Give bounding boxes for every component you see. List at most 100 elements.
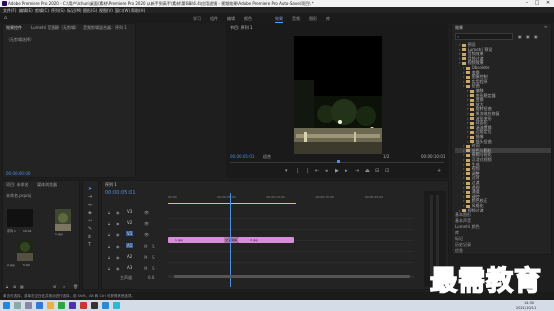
timeline-playhead[interactable] bbox=[230, 193, 231, 287]
lock-track-icon[interactable]: 🔒︎ bbox=[108, 232, 110, 237]
selection-tool-icon[interactable]: ➤ bbox=[88, 187, 92, 192]
step-back-icon[interactable]: ◂ bbox=[325, 169, 328, 174]
new-item-icon[interactable]: ⊞ bbox=[53, 284, 56, 289]
track-label[interactable]: V2 bbox=[126, 220, 133, 225]
home-icon[interactable]: ⌂ bbox=[4, 15, 7, 21]
fit-dropdown[interactable]: 适合 bbox=[263, 154, 271, 160]
icon-view-icon[interactable]: ▦ bbox=[20, 284, 24, 289]
effects-search-input[interactable]: ⌕ bbox=[455, 33, 513, 40]
transition-clip[interactable]: 交叉溶解 bbox=[224, 237, 238, 243]
go-to-in-icon-2[interactable]: ⇤ bbox=[315, 169, 319, 174]
source-tab-2[interactable]: 源（无剪辑） bbox=[55, 25, 79, 31]
slip-tool-icon[interactable]: ⇿ bbox=[88, 219, 92, 224]
output-icon[interactable]: M bbox=[144, 266, 147, 271]
premiere-taskbar-icon[interactable] bbox=[69, 302, 76, 309]
output-icon[interactable]: M bbox=[144, 244, 147, 249]
play-icon[interactable]: ▶ bbox=[335, 169, 339, 174]
extract-icon[interactable]: ⊟ bbox=[375, 169, 379, 174]
panel-link-6[interactable]: 信息 bbox=[455, 248, 463, 254]
toggle-sync-icon[interactable]: ◉ bbox=[116, 232, 120, 237]
razor-tool-icon[interactable]: ◈ bbox=[88, 211, 92, 216]
lock-track-icon[interactable]: 🔒︎ bbox=[108, 244, 110, 249]
toggle-sync-icon[interactable]: ◉ bbox=[116, 244, 120, 249]
minimize-icon[interactable]: – bbox=[522, 0, 532, 7]
yuv-effects-icon[interactable]: ▣ bbox=[534, 34, 538, 39]
panel-menu-icon[interactable]: ≡ bbox=[544, 24, 547, 29]
output-icon[interactable]: M bbox=[144, 255, 147, 260]
project-tab-1[interactable]: 媒体浏览器 bbox=[37, 182, 57, 188]
workspace-tab-7[interactable]: 库 bbox=[326, 16, 330, 22]
track-select-tool-icon[interactable]: ⇥ bbox=[88, 195, 92, 200]
timeline-scrollbar[interactable] bbox=[168, 275, 414, 278]
thumbnail-image-2[interactable] bbox=[17, 239, 33, 261]
work-area-bar[interactable] bbox=[168, 203, 296, 204]
track-label[interactable]: V3 bbox=[126, 209, 133, 214]
chrome-icon[interactable] bbox=[58, 302, 65, 309]
workspace-tab-0[interactable]: 学习 bbox=[193, 16, 201, 22]
track-label[interactable]: A1 bbox=[126, 243, 134, 248]
workspace-tab-2[interactable]: 编辑 bbox=[227, 16, 235, 22]
output-icon[interactable]: 👁︎ bbox=[144, 210, 149, 215]
workspace-tab-5[interactable]: 音频 bbox=[292, 16, 300, 22]
pen-tool-icon[interactable]: ✎ bbox=[88, 227, 92, 232]
maximize-icon[interactable]: □ bbox=[532, 0, 542, 7]
accelerated-effects-icon[interactable]: ▣ bbox=[518, 34, 522, 39]
add-button-icon[interactable]: + bbox=[437, 169, 441, 174]
track-label[interactable]: V1 bbox=[126, 231, 134, 236]
app-taskbar-icon-3[interactable] bbox=[102, 302, 109, 309]
start-icon[interactable] bbox=[3, 302, 10, 309]
export-frame-icon[interactable]: ⊡ bbox=[385, 169, 389, 174]
search-taskbar-icon[interactable] bbox=[14, 302, 21, 309]
go-to-out-icon[interactable]: ⇥ bbox=[355, 169, 359, 174]
clock-time[interactable]: 14:30 bbox=[524, 301, 534, 305]
trash-icon[interactable]: 🗑︎ bbox=[73, 284, 78, 289]
program-timecode-current[interactable]: 00:00:05:01 bbox=[230, 154, 254, 159]
track-label[interactable]: A2 bbox=[126, 254, 133, 259]
source-tab-1[interactable]: Lumetri 范围 bbox=[31, 25, 56, 31]
mute-icon[interactable]: S bbox=[152, 266, 155, 271]
effects-tab[interactable]: 效果 bbox=[455, 25, 463, 31]
playhead-icon[interactable] bbox=[337, 160, 340, 163]
source-tab-3[interactable]: 音频剪辑混合器：序列 1 bbox=[83, 25, 127, 31]
workspace-tab-1[interactable]: 组件 bbox=[210, 16, 218, 22]
mark-out-icon[interactable]: | bbox=[297, 169, 299, 174]
app-taskbar-icon-1[interactable] bbox=[80, 302, 87, 309]
toggle-sync-icon[interactable]: ◉ bbox=[116, 221, 120, 226]
lock-track-icon[interactable]: 🔒︎ bbox=[108, 266, 110, 271]
toggle-sync-icon[interactable]: ◉ bbox=[116, 255, 120, 260]
clock-date[interactable]: 2021/10/11 bbox=[516, 306, 536, 310]
lock-track-icon[interactable]: 🔒︎ bbox=[108, 255, 110, 260]
app-taskbar-icon-4[interactable] bbox=[113, 302, 120, 309]
timeline-clip-2[interactable]: 2.jpg bbox=[238, 237, 294, 243]
project-tab-0[interactable]: 项目: 未命名 bbox=[6, 182, 29, 188]
master-volume-value[interactable]: 0.0 bbox=[148, 275, 154, 280]
app-taskbar-icon-2[interactable] bbox=[91, 302, 98, 309]
sequence-tab[interactable]: 序列 1 bbox=[105, 182, 117, 188]
toggle-sync-icon[interactable]: ◉ bbox=[116, 210, 120, 215]
workspace-tab-6[interactable]: 图形 bbox=[309, 16, 317, 22]
mute-icon[interactable]: S bbox=[152, 255, 155, 260]
type-tool-icon[interactable]: T bbox=[88, 243, 91, 248]
workspace-tab-4[interactable]: 效果 bbox=[275, 16, 283, 23]
thumbnail-sequence[interactable] bbox=[7, 209, 33, 227]
toggle-sync-icon[interactable]: ◉ bbox=[116, 266, 120, 271]
output-icon[interactable]: 👁︎ bbox=[144, 221, 149, 226]
thumbnail-image-1[interactable] bbox=[55, 209, 71, 231]
output-icon[interactable]: 👁︎ bbox=[144, 232, 149, 237]
program-tab[interactable]: 节目: 序列 1 bbox=[230, 25, 252, 31]
resolution-dropdown[interactable]: 1/2 bbox=[383, 154, 389, 159]
explorer-icon[interactable] bbox=[47, 302, 54, 309]
workspace-tab-3[interactable]: 颜色 bbox=[244, 16, 252, 22]
lock-track-icon[interactable]: 🔒︎ bbox=[108, 210, 110, 215]
timeline-clip-1[interactable]: 1.jpg bbox=[168, 237, 228, 243]
scrollbar-thumb[interactable] bbox=[174, 275, 410, 278]
hand-tool-icon[interactable]: ✋︎ bbox=[88, 235, 91, 240]
source-tab-0[interactable]: 效果控件 bbox=[6, 25, 22, 31]
ripple-edit-tool-icon[interactable]: ⟛ bbox=[88, 203, 93, 208]
track-label[interactable]: A3 bbox=[126, 265, 133, 270]
lock-icon[interactable]: 🔒︎ bbox=[6, 284, 8, 289]
step-forward-icon[interactable]: ▸ bbox=[345, 169, 348, 174]
find-icon[interactable]: ⌕ bbox=[63, 284, 65, 289]
timeline-timecode[interactable]: 00:00:05:01 bbox=[105, 190, 136, 196]
mute-icon[interactable]: S bbox=[152, 244, 155, 249]
